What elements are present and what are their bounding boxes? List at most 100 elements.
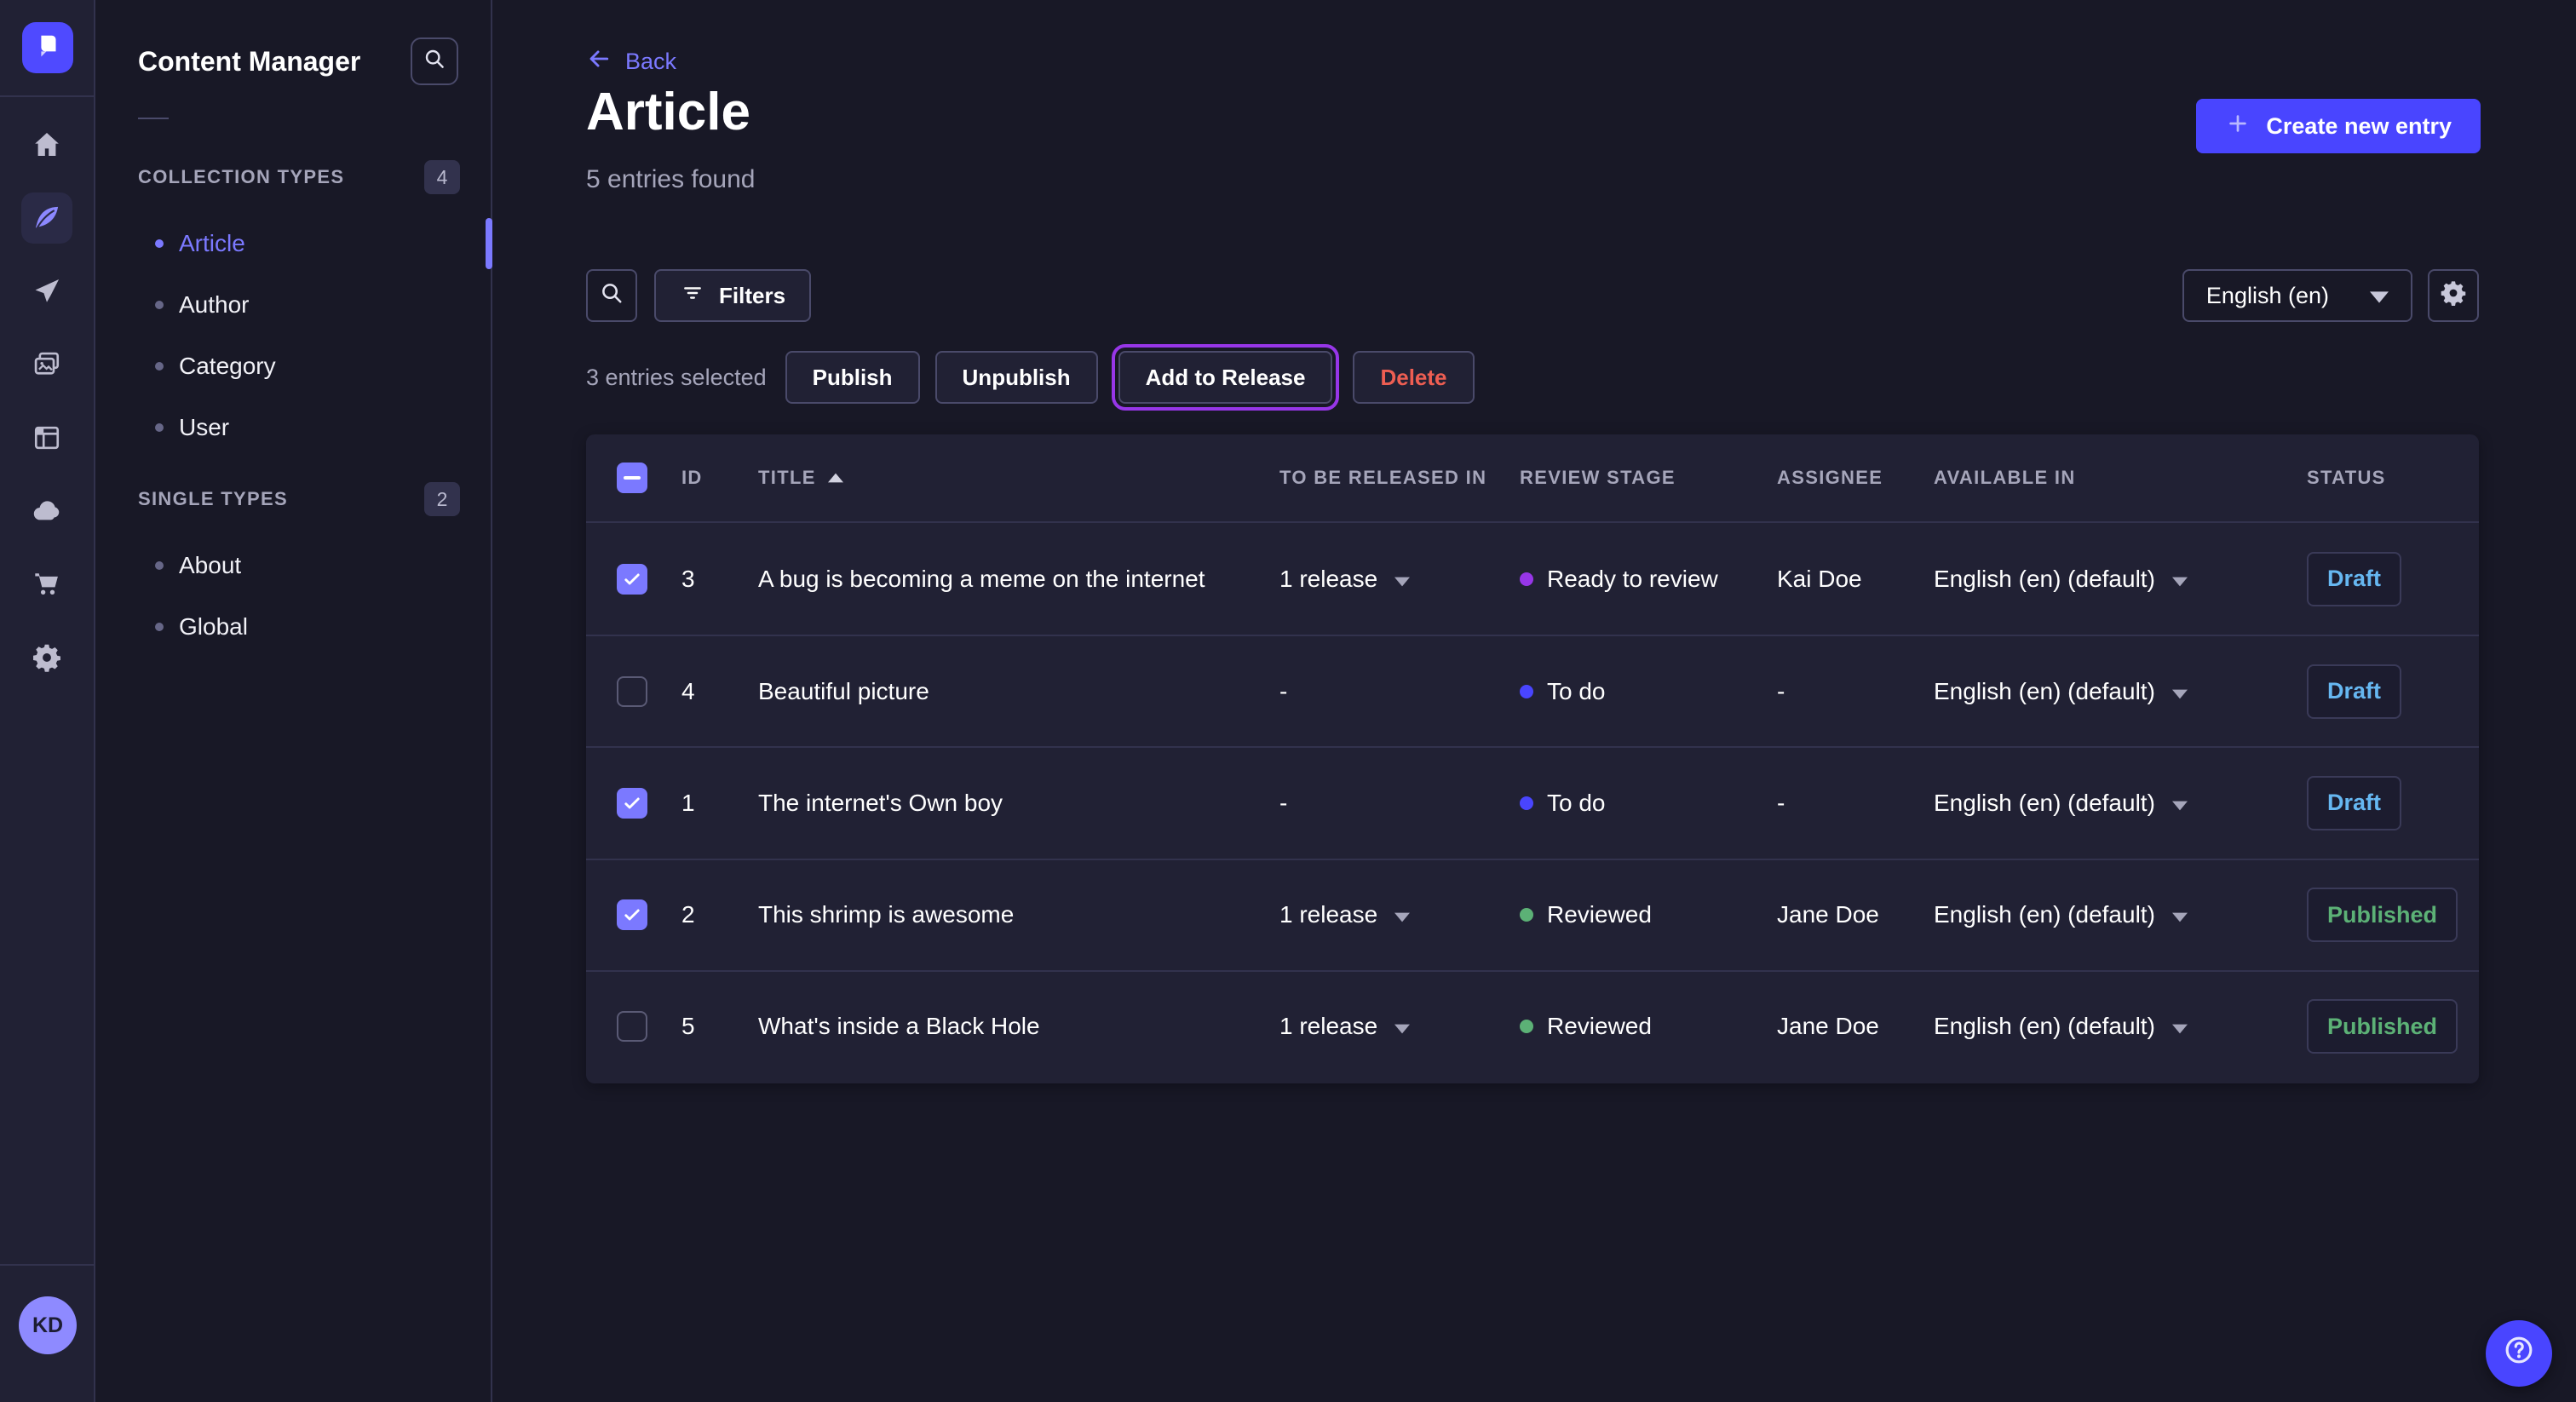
cart-icon[interactable]	[21, 559, 72, 610]
settings-gear-icon[interactable]	[21, 632, 72, 683]
user-avatar[interactable]: KD	[19, 1296, 77, 1354]
status-badge: Draft	[2307, 664, 2401, 719]
locale-label: English (en) (default)	[1934, 678, 2155, 705]
stage-dot-icon	[1520, 685, 1533, 698]
row-checkbox[interactable]	[617, 676, 647, 707]
cell-assignee: Jane Doe	[1757, 1013, 1913, 1040]
cell-id: 4	[661, 678, 738, 705]
table-search-button[interactable]	[586, 269, 637, 322]
stage-dot-icon	[1520, 572, 1533, 586]
cell-review-stage: To do	[1499, 790, 1757, 817]
column-header-id[interactable]: ID	[661, 467, 738, 489]
locale-select[interactable]: English (en)	[2182, 269, 2412, 322]
status-badge: Published	[2307, 999, 2458, 1054]
table-row[interactable]: 1 The internet's Own boy - To do - Engli…	[586, 746, 2479, 858]
cell-id: 2	[661, 901, 738, 928]
rail-divider	[0, 95, 94, 97]
cell-to-be-released-in[interactable]: 1 release	[1259, 1013, 1499, 1040]
single-types-badge: 2	[424, 482, 460, 516]
bullet-icon	[155, 623, 164, 631]
cell-available-in[interactable]: English (en) (default)	[1913, 901, 2286, 928]
sidebar-item-article[interactable]: Article	[95, 213, 492, 274]
subnav-search-button[interactable]	[411, 37, 458, 85]
content-manager-icon[interactable]	[21, 192, 72, 244]
unpublish-button[interactable]: Unpublish	[935, 351, 1098, 404]
column-header-to-be-released-in[interactable]: TO BE RELEASED IN	[1259, 467, 1499, 489]
column-header-title[interactable]: TITLE	[738, 467, 1259, 489]
cell-title: This shrimp is awesome	[738, 901, 1259, 928]
table-row[interactable]: 2 This shrimp is awesome 1 release Revie…	[586, 859, 2479, 970]
cell-to-be-released-in[interactable]: -	[1259, 790, 1499, 817]
release-label: -	[1279, 678, 1287, 705]
table-row[interactable]: 5 What's inside a Black Hole 1 release R…	[586, 970, 2479, 1082]
sidebar-item-label: Article	[179, 230, 245, 257]
cell-title: The internet's Own boy	[738, 790, 1259, 817]
stage-dot-icon	[1520, 908, 1533, 922]
delete-button[interactable]: Delete	[1353, 351, 1474, 404]
status-badge: Draft	[2307, 552, 2401, 606]
filters-button[interactable]: Filters	[654, 269, 811, 322]
row-checkbox[interactable]	[617, 899, 647, 930]
release-send-icon[interactable]	[21, 266, 72, 317]
table-row[interactable]: 3 A bug is becoming a meme on the intern…	[586, 523, 2479, 635]
cell-title: Beautiful picture	[738, 678, 1259, 705]
column-header-status[interactable]: STATUS	[2286, 467, 2479, 489]
question-icon	[2501, 1332, 2537, 1375]
create-new-entry-button[interactable]: Create new entry	[2196, 99, 2481, 153]
back-link[interactable]: Back	[586, 46, 676, 78]
sidebar-item-category[interactable]: Category	[95, 336, 492, 397]
cell-to-be-released-in[interactable]: 1 release	[1259, 566, 1499, 593]
column-header-review-stage[interactable]: REVIEW STAGE	[1499, 467, 1757, 489]
help-button[interactable]	[2486, 1320, 2552, 1387]
content-type-builder-icon[interactable]	[21, 412, 72, 463]
sidebar-item-label: About	[179, 552, 241, 579]
locale-label: English (en) (default)	[1934, 566, 2155, 593]
cell-to-be-released-in[interactable]: -	[1259, 678, 1499, 705]
cell-review-stage: Reviewed	[1499, 901, 1757, 928]
release-label: 1 release	[1279, 566, 1377, 593]
column-header-assignee[interactable]: ASSIGNEE	[1757, 467, 1913, 489]
cell-to-be-released-in[interactable]: 1 release	[1259, 901, 1499, 928]
cloud-icon[interactable]	[21, 486, 72, 537]
active-item-indicator	[486, 218, 492, 269]
strapi-logo[interactable]	[22, 22, 73, 73]
check-icon	[622, 905, 642, 925]
sidebar-item-label: Category	[179, 353, 276, 380]
media-library-icon[interactable]	[21, 339, 72, 390]
sidebar-item-label: User	[179, 414, 229, 441]
release-label: 1 release	[1279, 901, 1377, 928]
sidebar-item-user[interactable]: User	[95, 397, 492, 458]
row-checkbox[interactable]	[617, 1011, 647, 1042]
locale-value: English (en)	[2206, 283, 2329, 309]
publish-button[interactable]: Publish	[785, 351, 920, 404]
cell-available-in[interactable]: English (en) (default)	[1913, 790, 2286, 817]
select-all-checkbox[interactable]	[617, 463, 647, 493]
stage-label: Reviewed	[1547, 1013, 1652, 1040]
filters-label: Filters	[719, 283, 785, 309]
selected-summary: 3 entries selected	[586, 365, 767, 391]
row-checkbox[interactable]	[617, 564, 647, 595]
sidebar-item-label: Author	[179, 291, 250, 319]
sidebar-item-author[interactable]: Author	[95, 274, 492, 336]
cell-id: 1	[661, 790, 738, 817]
cell-available-in[interactable]: English (en) (default)	[1913, 566, 2286, 593]
search-icon	[422, 46, 447, 78]
cell-available-in[interactable]: English (en) (default)	[1913, 1013, 2286, 1040]
subnav-divider	[138, 118, 169, 119]
status-badge: Draft	[2307, 776, 2401, 830]
entries-count: 5 entries found	[586, 165, 755, 194]
main-content: Back Article 5 entries found Create new …	[494, 0, 2576, 1402]
stage-label: Reviewed	[1547, 901, 1652, 928]
cell-available-in[interactable]: English (en) (default)	[1913, 678, 2286, 705]
table-row[interactable]: 4 Beautiful picture - To do - English (e…	[586, 635, 2479, 746]
stage-dot-icon	[1520, 1020, 1533, 1033]
column-header-available-in[interactable]: AVAILABLE IN	[1913, 467, 2286, 489]
row-checkbox[interactable]	[617, 788, 647, 819]
create-new-entry-label: Create new entry	[2266, 113, 2452, 140]
sidebar-item-about[interactable]: About	[95, 535, 492, 596]
add-to-release-button[interactable]: Add to Release	[1118, 351, 1333, 404]
view-settings-button[interactable]	[2428, 269, 2479, 322]
release-label: -	[1279, 790, 1287, 817]
home-icon[interactable]	[21, 119, 72, 170]
sidebar-item-global[interactable]: Global	[95, 596, 492, 658]
